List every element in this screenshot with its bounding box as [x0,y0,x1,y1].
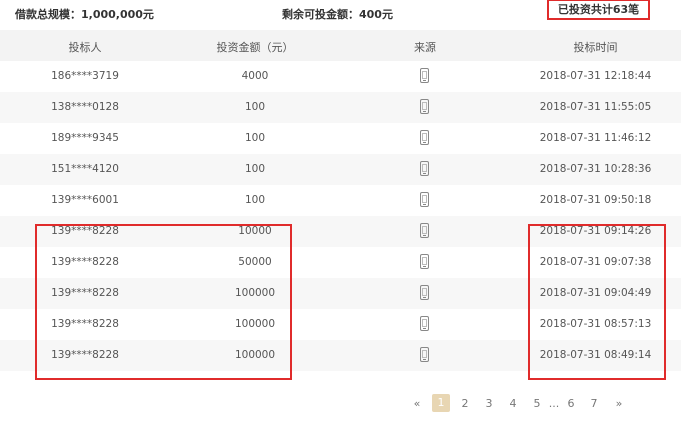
investor-cell: 139****8228 [51,256,119,268]
table-row: 186****3719 4000 2018-07-31 12:18:44 [0,61,681,92]
phone-icon [420,285,429,300]
phone-icon [420,130,429,145]
time-cell: 2018-07-31 08:57:13 [539,318,652,330]
amount-cell: 100 [244,194,266,206]
phone-icon [420,316,429,331]
table-header: 投标人 投资金额（元） 来源 投标时间 [0,30,681,61]
table-row: 139****8228 50000 2018-07-31 09:07:38 [0,247,681,278]
page-7[interactable]: 7 [587,397,601,410]
amount-cell: 50000 [238,256,272,268]
amount-cell: 100000 [234,349,276,361]
remaining-amount: 剩余可投金额：400元 [282,8,393,21]
investor-cell: 189****9345 [51,132,119,144]
time-cell: 2018-07-31 09:14:26 [539,225,652,237]
summary-bar: 借款总规模：1,000,000元 剩余可投金额：400元 已投资共计63笔 [0,0,681,24]
time-cell: 2018-07-31 12:18:44 [539,70,652,82]
phone-icon [420,223,429,238]
investor-cell: 139****6001 [51,194,119,206]
time-cell: 2018-07-31 09:04:49 [539,287,652,299]
investor-cell: 139****8228 [51,225,119,237]
page-5[interactable]: 5 [530,397,544,410]
time-cell: 2018-07-31 09:50:18 [539,194,652,206]
total-loan-amount: 借款总规模：1,000,000元 [15,8,154,21]
header-amount: 投资金额（元） [216,41,294,54]
phone-icon [420,192,429,207]
header-source: 来源 [414,41,436,54]
phone-icon [420,254,429,269]
table-row: 189****9345 100 2018-07-31 11:46:12 [0,123,681,154]
amount-cell: 100 [244,132,266,144]
table-row: 151****4120 100 2018-07-31 10:28:36 [0,154,681,185]
phone-icon [420,99,429,114]
time-cell: 2018-07-31 11:55:05 [539,101,652,113]
investor-cell: 186****3719 [51,70,119,82]
pagination-ellipsis: ... [548,397,560,410]
header-time: 投标时间 [573,41,618,54]
table-row: 139****8228 100000 2018-07-31 08:49:14 [0,340,681,371]
amount-cell: 100 [244,101,266,113]
amount-cell: 100000 [234,287,276,299]
investor-cell: 139****8228 [51,287,119,299]
pagination: « 1 2 3 4 5 ... 6 7 » [0,392,681,416]
page-4[interactable]: 4 [506,397,520,410]
table-row: 139****8228 100000 2018-07-31 08:57:13 [0,309,681,340]
investment-count: 已投资共计63笔 [547,0,650,20]
table-row: 139****8228 100000 2018-07-31 09:04:49 [0,278,681,309]
header-investor: 投标人 [68,41,102,54]
investor-cell: 138****0128 [51,101,119,113]
amount-cell: 100 [244,163,266,175]
next-page-button[interactable]: » [612,397,626,410]
page-6[interactable]: 6 [564,397,578,410]
investor-cell: 139****8228 [51,318,119,330]
time-cell: 2018-07-31 11:46:12 [539,132,652,144]
page-1[interactable]: 1 [432,394,450,412]
time-cell: 2018-07-31 09:07:38 [539,256,652,268]
amount-cell: 100000 [234,318,276,330]
page-2[interactable]: 2 [458,397,472,410]
time-cell: 2018-07-31 10:28:36 [539,163,652,175]
prev-page-button[interactable]: « [410,397,424,410]
amount-cell: 4000 [241,70,269,82]
investor-cell: 139****8228 [51,349,119,361]
investor-cell: 151****4120 [51,163,119,175]
table-row: 138****0128 100 2018-07-31 11:55:05 [0,92,681,123]
table-row: 139****8228 10000 2018-07-31 09:14:26 [0,216,681,247]
time-cell: 2018-07-31 08:49:14 [539,349,652,361]
page-3[interactable]: 3 [482,397,496,410]
phone-icon [420,68,429,83]
phone-icon [420,347,429,362]
amount-cell: 10000 [238,225,272,237]
phone-icon [420,161,429,176]
table-row: 139****6001 100 2018-07-31 09:50:18 [0,185,681,216]
